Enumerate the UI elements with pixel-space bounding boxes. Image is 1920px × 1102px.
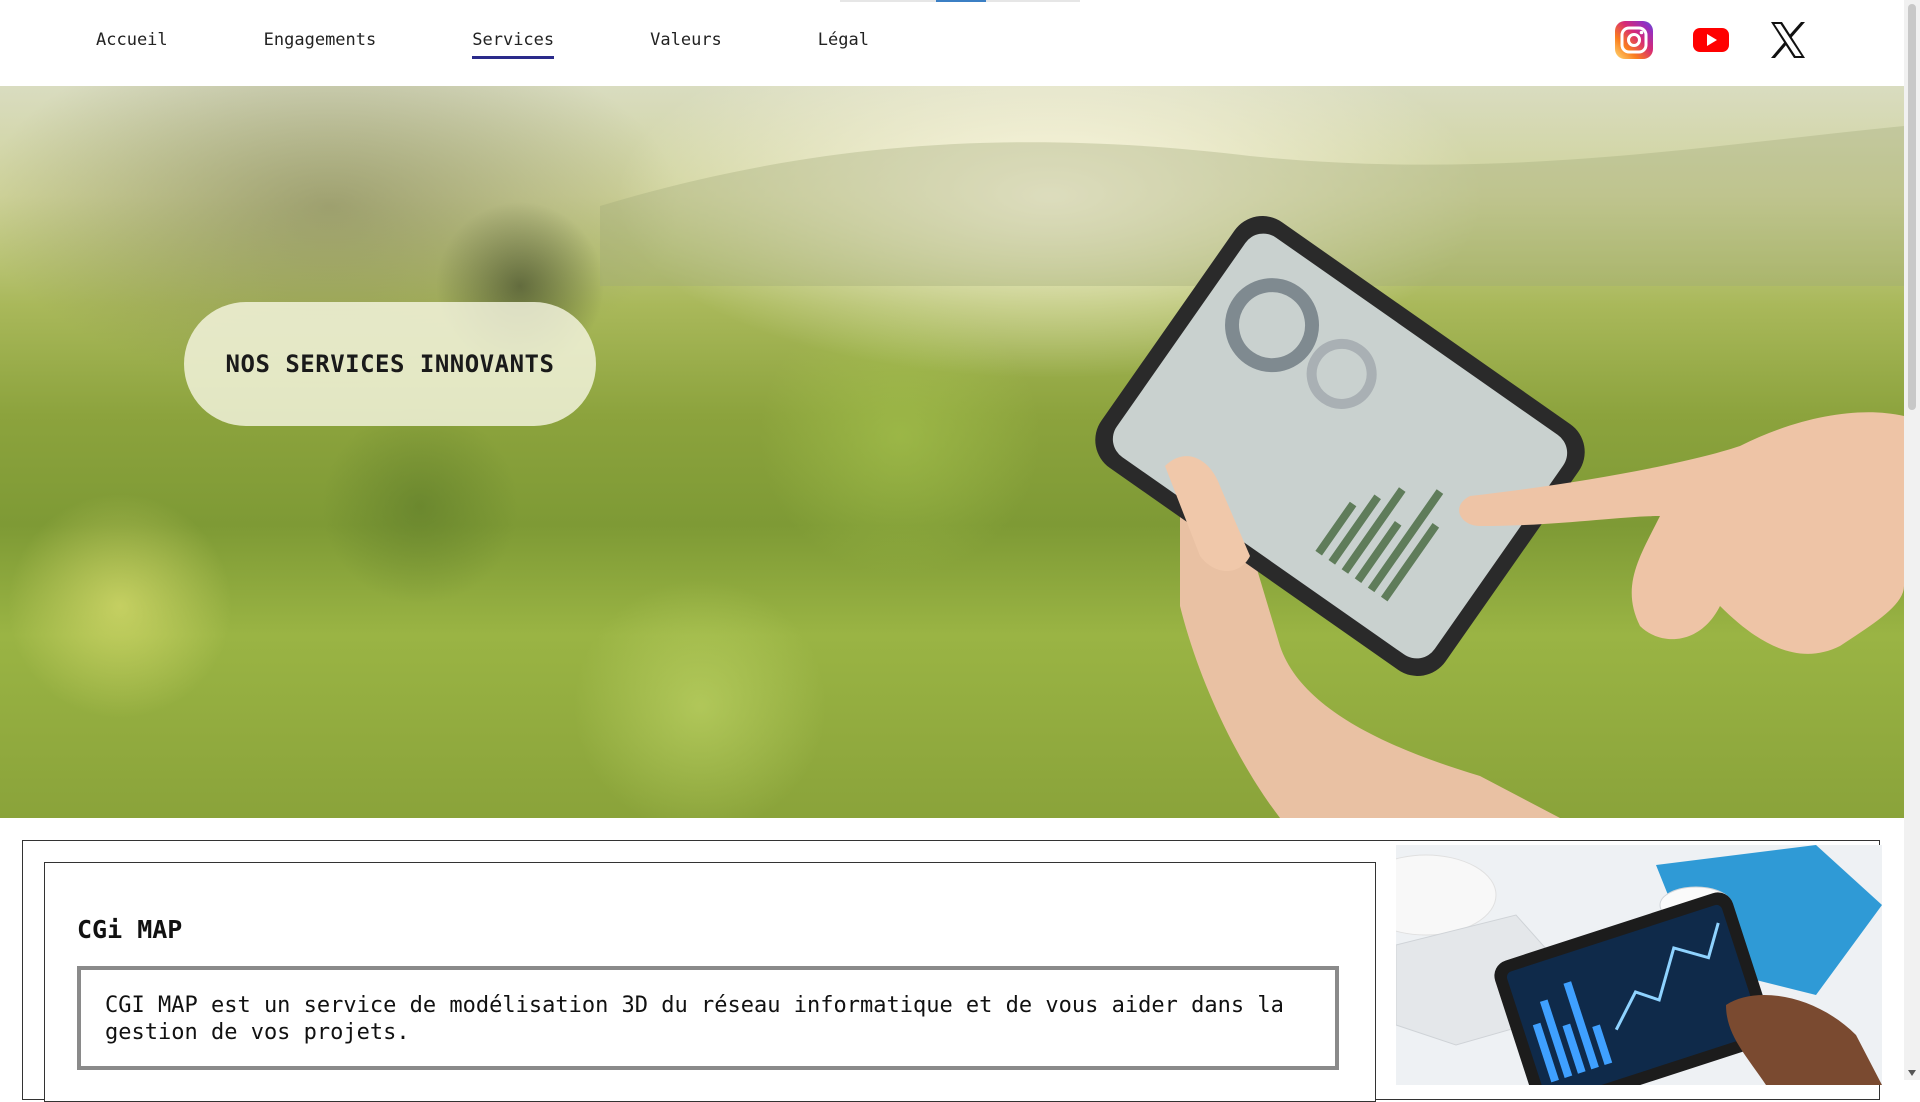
nav-link-services[interactable]: Services [472, 30, 555, 59]
scroll-down-arrow-icon[interactable] [1908, 1070, 1916, 1076]
tablet-photo [1396, 845, 1882, 1085]
main-nav: Accueil Engagements Services Valeurs Lég… [96, 30, 965, 59]
hero-banner: NOS SERVICES INNOVANTS [0, 86, 1904, 818]
youtube-icon[interactable] [1691, 20, 1731, 60]
social-links [1614, 20, 1808, 60]
page-indicator-active [936, 0, 986, 2]
nav-link-accueil[interactable]: Accueil [96, 30, 168, 59]
page-indicator [840, 0, 1080, 2]
service-title: CGi MAP [77, 915, 183, 944]
scrollbar-thumb[interactable] [1908, 4, 1916, 410]
hero-phone-photo [600, 126, 1904, 818]
page-scrollbar[interactable] [1904, 0, 1920, 1080]
nav-link-legal[interactable]: Légal [818, 30, 869, 59]
x-twitter-icon[interactable] [1768, 20, 1808, 60]
service-description: CGI MAP est un service de modélisation 3… [77, 966, 1339, 1070]
service-tablet-image [1396, 845, 1882, 1085]
service-card: CGi MAP CGI MAP est un service de modéli… [44, 862, 1376, 1102]
nav-link-valeurs[interactable]: Valeurs [650, 30, 722, 59]
instagram-icon[interactable] [1614, 20, 1654, 60]
hero-title-pill: NOS SERVICES INNOVANTS [184, 302, 596, 426]
top-navbar: Accueil Engagements Services Valeurs Lég… [0, 0, 1904, 86]
nav-link-engagements[interactable]: Engagements [264, 30, 377, 59]
